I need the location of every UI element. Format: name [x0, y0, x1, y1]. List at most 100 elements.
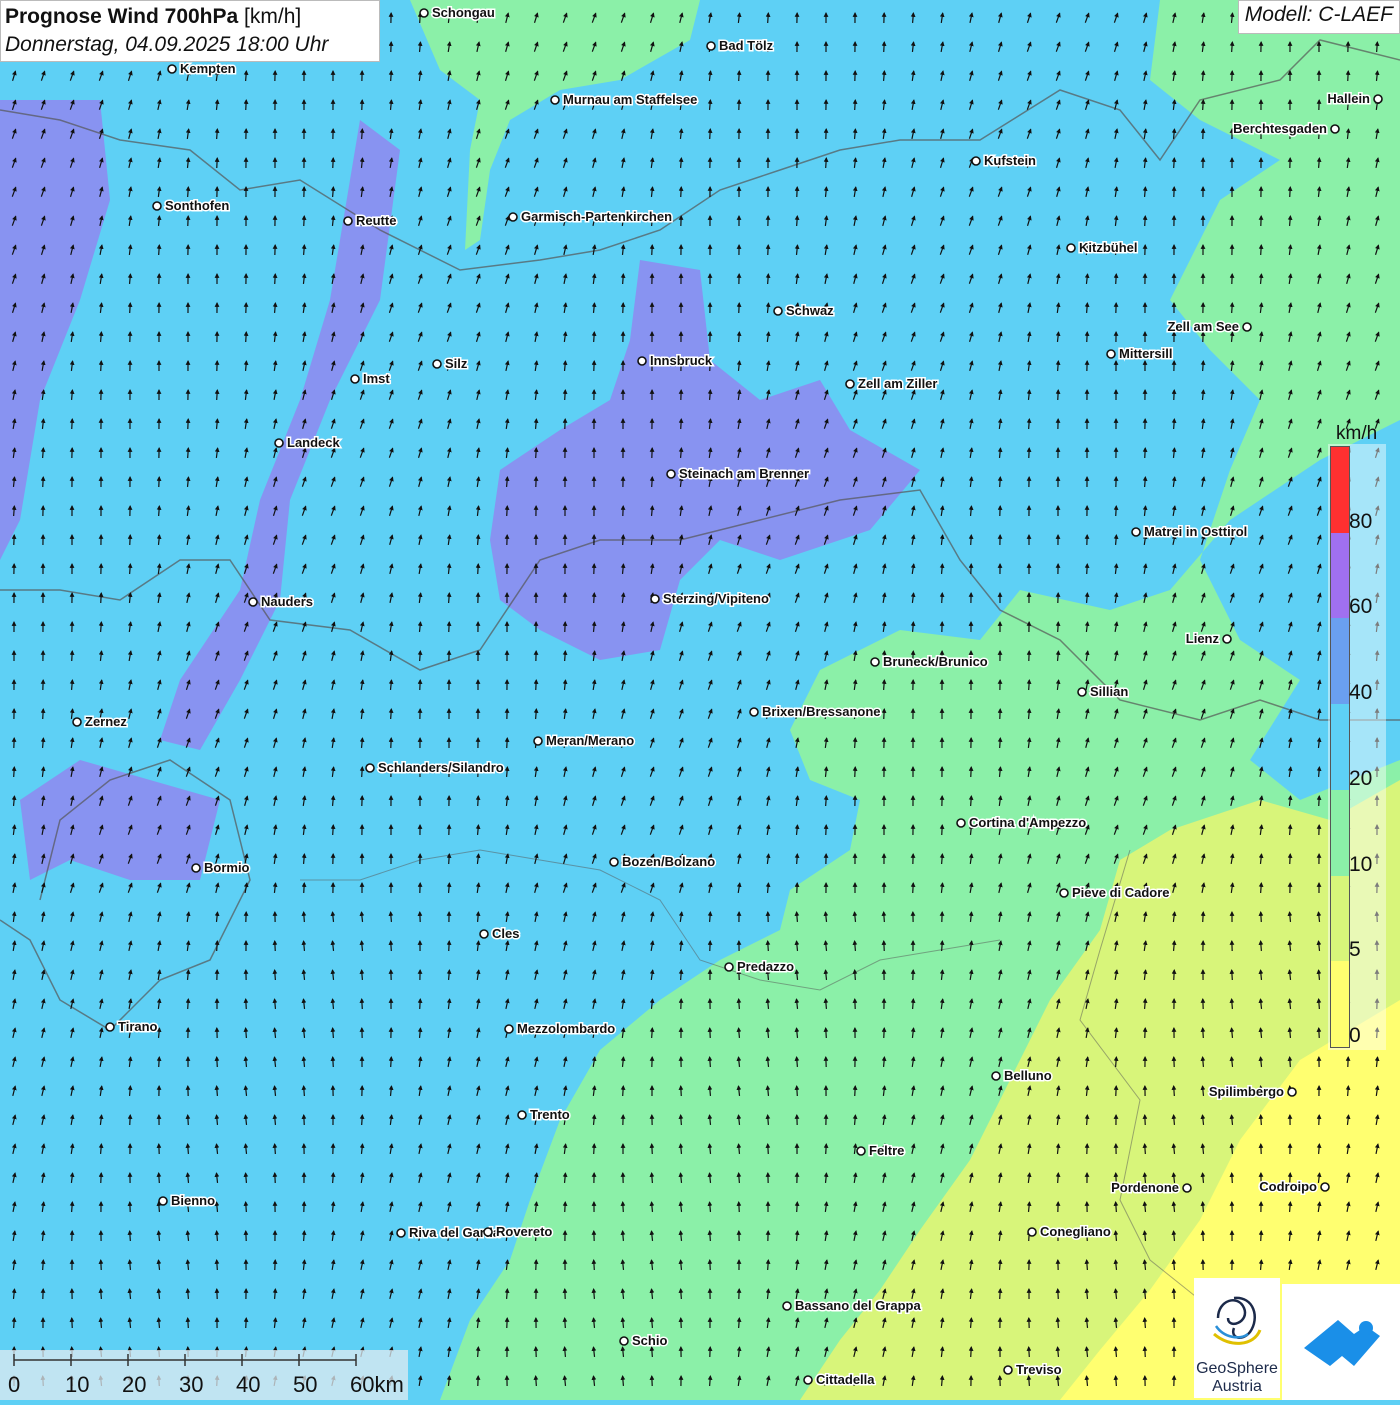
- wind-arrow: [681, 1086, 682, 1096]
- city-marker: Spilimbergo: [1209, 1084, 1296, 1099]
- title-bold: Prognose Wind 700hPa: [5, 5, 238, 28]
- wind-arrow: [942, 941, 943, 951]
- wind-arrow: [1087, 1115, 1088, 1125]
- wind-arrow: [246, 1202, 247, 1212]
- wind-arrow: [391, 71, 392, 81]
- wind-arrow: [739, 999, 740, 1009]
- city-dot: [344, 217, 352, 225]
- wind-arrow: [449, 854, 450, 864]
- wind-arrow: [681, 187, 682, 197]
- wind-arrow: [1261, 883, 1262, 893]
- wind-arrow: [14, 767, 15, 777]
- wind-arrow: [942, 854, 943, 864]
- city-dot: [774, 307, 782, 315]
- wind-arrow: [478, 1347, 479, 1357]
- wind-arrow: [855, 100, 856, 110]
- city-label: Meran/Merano: [546, 733, 634, 748]
- wind-arrow: [304, 1086, 305, 1096]
- legend-label: 20: [1349, 767, 1372, 791]
- city-marker: Cortina d'Ampezzo: [957, 815, 1086, 830]
- wind-arrow: [188, 1318, 189, 1328]
- wind-arrow: [884, 709, 885, 719]
- city-dot: [857, 1147, 865, 1155]
- city-marker: Bruneck/Brunico: [871, 654, 988, 669]
- wind-arrow: [72, 1202, 73, 1212]
- wind-arrow: [1290, 1057, 1291, 1067]
- city-dot: [725, 963, 733, 971]
- wind-arrow: [797, 216, 798, 226]
- city-dot: [638, 357, 646, 365]
- scale-label: 0: [8, 1372, 20, 1398]
- city-label: Cortina d'Ampezzo: [969, 815, 1086, 830]
- wind-arrow: [913, 622, 914, 632]
- wind-arrow: [1029, 680, 1030, 690]
- mountain-cloud-icon: [1282, 1284, 1400, 1400]
- wind-arrow: [681, 419, 682, 429]
- wind-arrow: [1116, 274, 1117, 284]
- wind-arrow: [1145, 216, 1146, 226]
- wind-arrow: [768, 941, 769, 951]
- wind-arrow: [101, 1289, 102, 1299]
- wind-arrow: [188, 1144, 189, 1154]
- wind-arrow: [1290, 854, 1291, 864]
- city-label: Cittadella: [816, 1372, 875, 1387]
- wind-arrow: [1174, 970, 1175, 980]
- wind-arrow: [188, 187, 189, 197]
- wind-arrow: [275, 970, 276, 980]
- city-label: Schongau: [432, 5, 495, 20]
- wind-arrow: [971, 1347, 972, 1357]
- wind-arrow: [1319, 999, 1320, 1009]
- city-label: Murnau am Staffelsee: [563, 92, 697, 107]
- wind-arrow: [739, 332, 740, 342]
- city-dot: [1107, 350, 1115, 358]
- wind-arrow: [710, 390, 711, 400]
- wind-arrow: [1290, 216, 1291, 226]
- wind-arrow: [43, 477, 44, 487]
- city-dot: [509, 213, 517, 221]
- wind-arrow: [1319, 1144, 1320, 1154]
- wind-arrow: [217, 1086, 218, 1096]
- wind-arrow: [1087, 1260, 1088, 1270]
- city-dot: [871, 658, 879, 666]
- wind-arrow: [710, 912, 711, 922]
- wind-arrow: [130, 303, 131, 313]
- wind-arrow: [536, 448, 537, 458]
- wind-arrow: [507, 1289, 508, 1299]
- wind-arrow: [188, 999, 189, 1009]
- city-dot: [750, 708, 758, 716]
- wind-arrow: [739, 1318, 740, 1328]
- wind-arrow: [391, 709, 392, 719]
- wind-arrow: [1319, 796, 1320, 806]
- wind-arrow: [913, 883, 914, 893]
- wind-arrow: [1290, 187, 1291, 197]
- model-label: Modell: C-LAEF: [1238, 0, 1400, 34]
- city-label: Tirano: [118, 1019, 158, 1034]
- city-dot: [106, 1023, 114, 1031]
- wind-arrow: [971, 535, 972, 545]
- city-label: Hallein: [1327, 91, 1370, 106]
- wind-arrow: [391, 1057, 392, 1067]
- wind-arrow: [1116, 535, 1117, 545]
- wind-arrow: [1261, 245, 1262, 255]
- wind-arrow: [101, 622, 102, 632]
- wind-arrow: [681, 158, 682, 168]
- city-marker: Zell am Ziller: [846, 376, 937, 391]
- wind-arrow: [1203, 1231, 1204, 1241]
- city-label: Silz: [445, 356, 468, 371]
- city-dot: [420, 9, 428, 17]
- wind-arrow: [1290, 1202, 1291, 1212]
- city-marker: Schlanders/Silandro: [366, 760, 504, 775]
- wind-arrow: [884, 71, 885, 81]
- wind-arrow: [449, 941, 450, 951]
- wind-arrow: [1145, 1318, 1146, 1328]
- wind-arrow: [1232, 999, 1233, 1009]
- city-marker: Steinach am Brenner: [667, 466, 809, 481]
- city-dot: [1223, 635, 1231, 643]
- wind-arrow: [130, 1231, 131, 1241]
- city-label: Treviso: [1016, 1362, 1062, 1377]
- city-marker: Bassano del Grappa: [783, 1298, 921, 1313]
- wind-arrow: [942, 1376, 943, 1386]
- city-label: Imst: [363, 371, 390, 386]
- wind-arrow: [565, 651, 566, 661]
- city-dot: [518, 1111, 526, 1119]
